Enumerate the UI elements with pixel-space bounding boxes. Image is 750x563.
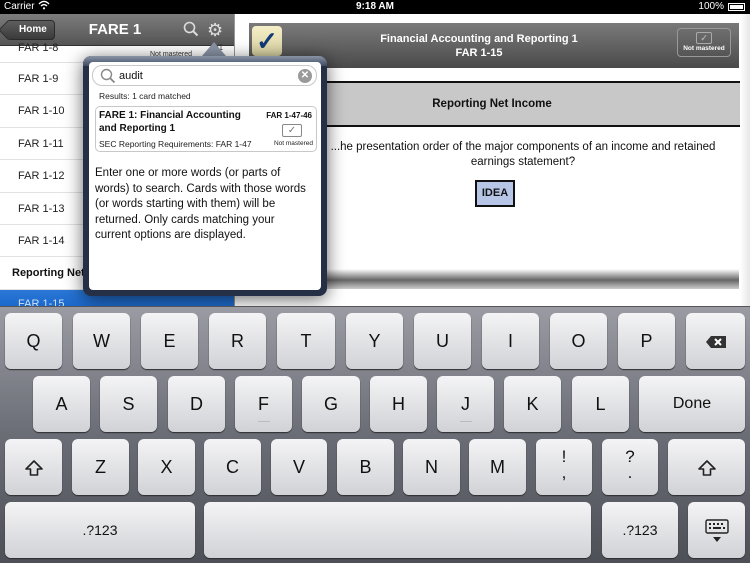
search-popover-content: ✕ Results: 1 card matched FARE 1: Financ… (89, 62, 321, 290)
search-icon[interactable] (183, 21, 199, 37)
key-t[interactable]: T (277, 313, 335, 369)
home-row-marker (257, 421, 270, 422)
backspace-icon (705, 336, 726, 349)
key-q[interactable]: Q (5, 313, 62, 369)
card-title-line2: FAR 1-15 (455, 47, 503, 59)
key-bottom-char: . (627, 463, 633, 482)
list-item-label: FAR 1-8 (18, 42, 59, 54)
key-b[interactable]: B (337, 439, 394, 495)
deck-title: FARE 1 (88, 21, 142, 38)
list-item-label: FAR 1-13 (18, 202, 65, 215)
clear-search-icon[interactable]: ✕ (298, 69, 312, 83)
list-item-label: FAR 1-12 (18, 170, 65, 183)
key-exclamation-comma[interactable]: ! , (536, 439, 592, 495)
key-f-label: F (258, 394, 269, 414)
search-bar[interactable]: ✕ (92, 65, 317, 86)
gear-icon[interactable]: ⚙ (207, 21, 225, 39)
key-l[interactable]: L (572, 376, 629, 432)
card-title: Financial Accounting and Reporting 1 FAR… (289, 32, 669, 60)
key-question-period[interactable]: ? . (602, 439, 658, 495)
result-title: FARE 1: Financial Accounting and Reporti… (99, 110, 241, 134)
search-icon (100, 68, 116, 84)
backspace-key[interactable] (686, 313, 745, 369)
result-code: FAR 1-47-46 (266, 111, 312, 120)
battery-icon (728, 3, 745, 11)
key-v[interactable]: V (271, 439, 327, 495)
on-screen-keyboard: Q W E R T Y U I O P A S D F G H J K L Do… (0, 306, 750, 563)
mastery-status-label: Not mastered (683, 45, 725, 52)
key-d[interactable]: D (168, 376, 225, 432)
results-count: Results: 1 card matched (99, 91, 191, 101)
list-item-label: FAR 1-15 (18, 297, 65, 306)
card-title-line1: Financial Accounting and Reporting 1 (380, 33, 578, 45)
search-popover: ✕ Results: 1 card matched FARE 1: Financ… (83, 56, 327, 296)
key-z[interactable]: Z (72, 439, 129, 495)
key-u[interactable]: U (414, 313, 471, 369)
pane-edge (740, 14, 750, 306)
list-item-label: FAR 1-9 (18, 73, 59, 85)
idea-button[interactable]: IDEA (475, 180, 515, 207)
key-h[interactable]: H (370, 376, 427, 432)
key-i[interactable]: I (482, 313, 539, 369)
clock: 9:18 AM (356, 1, 394, 12)
search-result-item[interactable]: FARE 1: Financial Accounting and Reporti… (95, 106, 317, 152)
key-j[interactable]: J (437, 376, 494, 432)
key-w[interactable]: W (73, 313, 130, 369)
list-item-label: FAR 1-14 (18, 234, 65, 247)
key-c[interactable]: C (204, 439, 261, 495)
mastery-toggle-button[interactable]: ✓ Not mastered (677, 28, 731, 57)
result-subtitle: SEC Reporting Requirements: FAR 1-47 (99, 139, 252, 149)
numbers-key-right[interactable]: .?123 (602, 502, 678, 558)
key-e[interactable]: E (141, 313, 198, 369)
shift-key-left[interactable] (5, 439, 62, 495)
key-r[interactable]: R (209, 313, 266, 369)
done-key[interactable]: Done (639, 376, 745, 432)
shift-icon (24, 460, 43, 477)
key-x[interactable]: X (138, 439, 195, 495)
key-k[interactable]: K (504, 376, 561, 432)
status-bar: Carrier 9:18 AM 100% (0, 0, 750, 14)
key-y[interactable]: Y (346, 313, 403, 369)
home-back-button[interactable]: Home (6, 20, 55, 40)
result-status: Not mastered (273, 140, 313, 147)
popover-arrow (202, 42, 226, 56)
key-s[interactable]: S (100, 376, 157, 432)
numbers-key-left[interactable]: .?123 (5, 502, 195, 558)
checkbox-icon: ✓ (282, 124, 302, 137)
key-n[interactable]: N (403, 439, 460, 495)
key-f[interactable]: F (235, 376, 292, 432)
key-p[interactable]: P (618, 313, 675, 369)
space-key[interactable] (204, 502, 591, 558)
key-o[interactable]: O (550, 313, 607, 369)
checkmark-icon[interactable]: ✓ (252, 26, 282, 56)
shift-icon (697, 460, 716, 477)
search-help-text: Enter one or more words (or parts of wor… (95, 167, 306, 241)
key-m[interactable]: M (469, 439, 526, 495)
key-bottom-char: , (561, 463, 567, 482)
checkbox-icon: ✓ (696, 32, 712, 44)
keyboard-dismiss-icon (704, 519, 729, 543)
list-item-label: FAR 1-11 (18, 137, 64, 150)
key-a[interactable]: A (33, 376, 90, 432)
shift-key-right[interactable] (668, 439, 745, 495)
home-row-marker (459, 421, 472, 422)
list-item-label: FAR 1-10 (18, 105, 65, 118)
dismiss-keyboard-key[interactable] (688, 502, 745, 558)
key-g[interactable]: G (302, 376, 360, 432)
battery-percent: 100% (698, 1, 724, 12)
home-button-label: Home (19, 24, 47, 35)
search-input[interactable] (119, 68, 289, 83)
key-j-label: J (461, 394, 470, 414)
